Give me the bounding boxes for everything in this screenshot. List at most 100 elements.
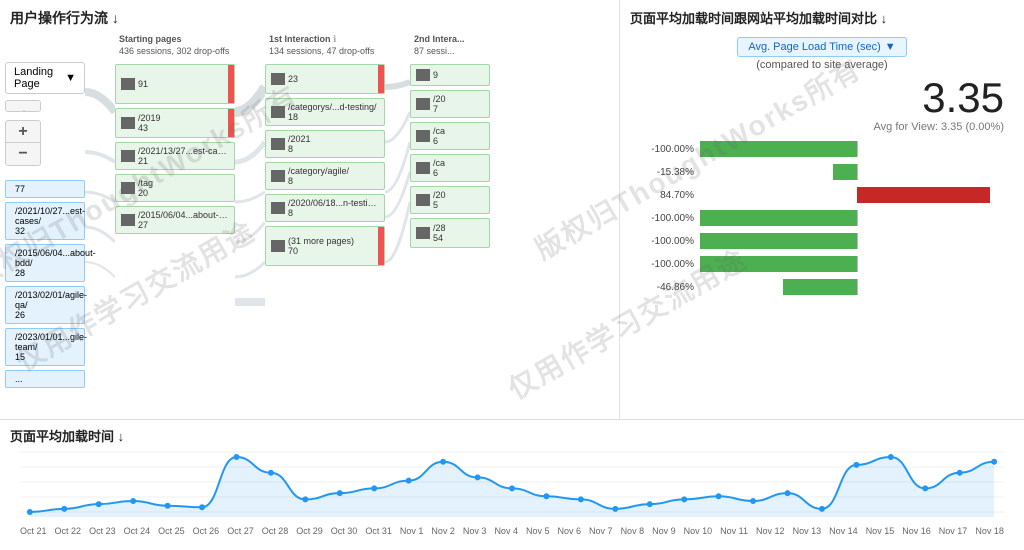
first-int-node-6[interactable]: (31 more pages)70 bbox=[265, 226, 385, 266]
connector-svg-2 bbox=[235, 62, 265, 392]
starting-node-4[interactable]: /tag20 bbox=[115, 174, 235, 202]
landing-column: Landing Page ▼ ‹ › + − 77 bbox=[5, 32, 85, 392]
bar-label-3: -100.00% bbox=[630, 213, 700, 224]
page-icon bbox=[271, 138, 285, 150]
bar-track-5 bbox=[700, 256, 1014, 272]
bar-row-6[interactable]: -46.86% bbox=[630, 277, 1014, 297]
landing-node-2[interactable]: /2021/10/27...est-cases/32 bbox=[5, 202, 85, 240]
landing-node-5[interactable]: /2023/01/01...gile-team/15 bbox=[5, 328, 85, 366]
x-label-25: Nov 15 bbox=[866, 526, 895, 536]
page-icon bbox=[416, 162, 430, 174]
starting-node-2[interactable]: /201943 bbox=[115, 108, 235, 138]
user-flow-title: 用户操作行为流 ↓ bbox=[0, 0, 619, 32]
zoom-out-button[interactable]: − bbox=[6, 143, 40, 165]
x-label-17: Nov 7 bbox=[589, 526, 613, 536]
x-label-24: Nov 14 bbox=[829, 526, 858, 536]
page-icon bbox=[121, 78, 135, 90]
first-interaction-column: 1st Interaction ℹ 134 sessions, 47 drop-… bbox=[265, 32, 385, 392]
page-icon bbox=[416, 194, 430, 206]
bar-row-5[interactable]: -100.00% bbox=[630, 254, 1014, 274]
x-label-26: Nov 16 bbox=[902, 526, 931, 536]
landing-node-6[interactable]: ... bbox=[5, 370, 85, 388]
landing-page-dropdown[interactable]: Landing Page ▼ bbox=[5, 62, 85, 94]
nav-controls: ‹ › bbox=[5, 100, 41, 112]
chart-area: Oct 21Oct 22Oct 23Oct 24Oct 25Oct 26Oct … bbox=[20, 447, 1004, 527]
page-icon bbox=[271, 73, 285, 85]
page-icon bbox=[121, 182, 135, 194]
bar-fill-1 bbox=[833, 164, 857, 180]
dropout-bar bbox=[228, 65, 234, 103]
dropout-bar bbox=[378, 65, 384, 93]
x-label-5: Oct 26 bbox=[193, 526, 220, 536]
page-icon bbox=[416, 98, 430, 110]
zoom-controls: + − bbox=[5, 120, 41, 166]
x-label-11: Nov 1 bbox=[400, 526, 424, 536]
bar-track-0 bbox=[700, 141, 1014, 157]
bar-label-4: -100.00% bbox=[630, 236, 700, 247]
bar-row-0[interactable]: -100.00% bbox=[630, 139, 1014, 159]
nav-back-button[interactable]: ‹ bbox=[6, 101, 40, 112]
first-int-node-1[interactable]: 23 bbox=[265, 64, 385, 94]
landing-node-3[interactable]: /2015/06/04...about-bdd/28 bbox=[5, 244, 85, 282]
info-icon[interactable]: ℹ bbox=[333, 34, 336, 44]
bar-row-4[interactable]: -100.00% bbox=[630, 231, 1014, 251]
first-int-node-5[interactable]: /2020/06/18...n-testing/8 bbox=[265, 194, 385, 222]
bottom-title: 页面平均加载时间 ↓ bbox=[10, 420, 1014, 447]
x-label-4: Oct 25 bbox=[158, 526, 185, 536]
connector-svg-1 bbox=[85, 62, 115, 392]
bar-chart: -100.00% -15.38% 84.70% -100.00% -100.00% -10… bbox=[620, 139, 1024, 297]
x-label-27: Nov 17 bbox=[939, 526, 968, 536]
starting-pages-header: Starting pages 436 sessions, 302 drop-of… bbox=[115, 32, 235, 62]
x-label-14: Nov 4 bbox=[494, 526, 518, 536]
x-label-16: Nov 6 bbox=[558, 526, 582, 536]
x-axis: Oct 21Oct 22Oct 23Oct 24Oct 25Oct 26Oct … bbox=[20, 524, 1004, 536]
x-label-22: Nov 12 bbox=[756, 526, 785, 536]
bar-label-0: -100.00% bbox=[630, 144, 700, 155]
second-int-node-6[interactable]: /2854 bbox=[410, 218, 490, 248]
second-int-node-3[interactable]: /ca6 bbox=[410, 122, 490, 150]
page-icon bbox=[416, 227, 430, 239]
x-label-19: Nov 9 bbox=[652, 526, 676, 536]
page-icon bbox=[121, 150, 135, 162]
bar-track-4 bbox=[700, 233, 1014, 249]
dropout-bar bbox=[228, 109, 234, 137]
x-label-20: Nov 10 bbox=[684, 526, 713, 536]
avg-label: Avg for View: 3.35 (0.00%) bbox=[620, 121, 1024, 133]
x-label-1: Oct 22 bbox=[55, 526, 82, 536]
starting-node-1[interactable]: 91 bbox=[115, 64, 235, 104]
page-icon bbox=[271, 202, 285, 214]
x-label-18: Nov 8 bbox=[621, 526, 645, 536]
bar-row-2[interactable]: 84.70% bbox=[630, 185, 1014, 205]
starting-node-3[interactable]: /2021/13/27...est-cases/21 bbox=[115, 142, 235, 170]
second-int-node-1[interactable]: 9 bbox=[410, 64, 490, 86]
metric-selector: Avg. Page Load Time (sec) ▼ bbox=[620, 37, 1024, 57]
landing-node-1[interactable]: 77 bbox=[5, 180, 85, 198]
bar-row-1[interactable]: -15.38% bbox=[630, 162, 1014, 182]
first-int-node-2[interactable]: /categorys/...d-testing/18 bbox=[265, 98, 385, 126]
x-label-3: Oct 24 bbox=[124, 526, 151, 536]
bar-track-3 bbox=[700, 210, 1014, 226]
second-int-node-5[interactable]: /205 bbox=[410, 186, 490, 214]
bottom-section: 页面平均加载时间 ↓ Oct 21Oct 22Oct 23Oct 24Oct 2… bbox=[0, 420, 1024, 550]
first-int-node-4[interactable]: /category/agile/8 bbox=[265, 162, 385, 190]
flow-diagram: Landing Page ▼ ‹ › + − 77 bbox=[0, 32, 619, 392]
bar-label-2: 84.70% bbox=[630, 190, 700, 201]
metric-dropdown[interactable]: Avg. Page Load Time (sec) ▼ bbox=[737, 37, 906, 57]
page-icon bbox=[271, 170, 285, 182]
x-label-15: Nov 5 bbox=[526, 526, 550, 536]
bar-track-2 bbox=[700, 187, 1014, 203]
chevron-down-icon: ▼ bbox=[885, 41, 896, 53]
landing-node-4[interactable]: /2013/02/01/agile-qa/26 bbox=[5, 286, 85, 324]
second-int-node-4[interactable]: /ca6 bbox=[410, 154, 490, 182]
second-int-node-2[interactable]: /207 bbox=[410, 90, 490, 118]
x-label-13: Nov 3 bbox=[463, 526, 487, 536]
x-label-8: Oct 29 bbox=[296, 526, 323, 536]
zoom-in-button[interactable]: + bbox=[6, 121, 40, 143]
first-int-node-3[interactable]: /20218 bbox=[265, 130, 385, 158]
bar-fill-5 bbox=[700, 256, 857, 272]
x-label-23: Nov 13 bbox=[793, 526, 822, 536]
starting-node-5[interactable]: /2015/06/04...about-bdd/27 bbox=[115, 206, 235, 234]
bar-row-3[interactable]: -100.00% bbox=[630, 208, 1014, 228]
page-icon bbox=[271, 106, 285, 118]
second-interaction-column: 2nd Intera... 87 sessi... 9 /207 /ca6 bbox=[410, 32, 490, 392]
